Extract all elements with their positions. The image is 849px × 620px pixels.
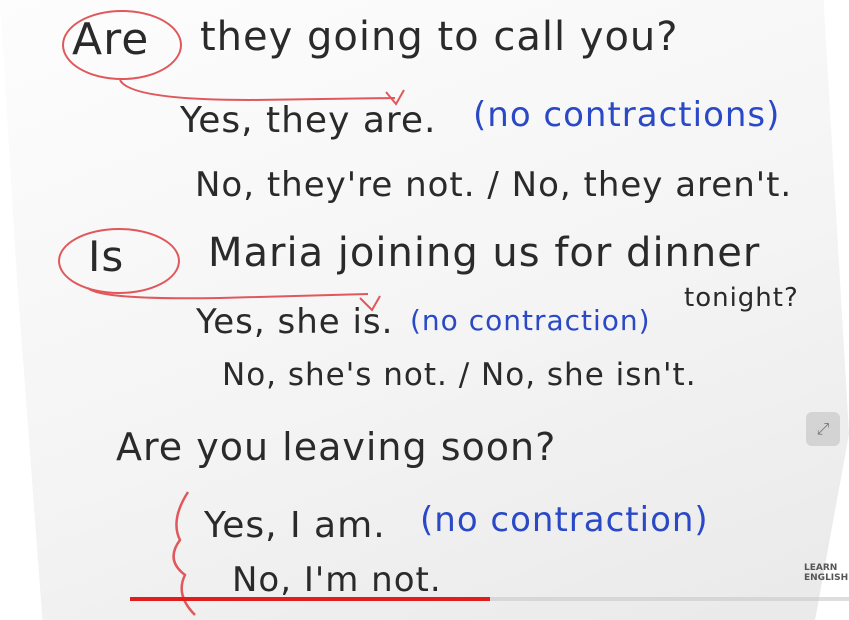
progress-fill xyxy=(130,597,490,601)
q3: Are you leaving soon? xyxy=(116,425,557,469)
q1-rest: they going to call you? xyxy=(200,14,679,60)
channel-logo: LEARN ENGLISH xyxy=(804,563,849,583)
q2-rest: Maria joining us for dinner xyxy=(208,230,761,276)
a2-note: (no contraction) xyxy=(410,304,651,337)
a2-yes: Yes, she is. xyxy=(196,302,394,342)
progress-bar[interactable] xyxy=(130,597,849,601)
a1-note: (no contractions) xyxy=(473,95,781,135)
a2-no: No, she's not. / No, she isn't. xyxy=(222,357,697,393)
q1-verb: Are xyxy=(72,14,150,65)
a3-yes: Yes, I am. xyxy=(204,505,386,546)
q2-verb: Is xyxy=(88,232,125,281)
a3-note: (no contraction) xyxy=(420,500,709,540)
a1-no: No, they're not. / No, they aren't. xyxy=(195,165,793,205)
a3-no: No, I'm not. xyxy=(232,560,442,600)
q2-cont: tonight? xyxy=(684,283,799,313)
a1-yes: Yes, they are. xyxy=(180,100,437,141)
expand-icon[interactable]: ⤢ xyxy=(806,412,840,446)
